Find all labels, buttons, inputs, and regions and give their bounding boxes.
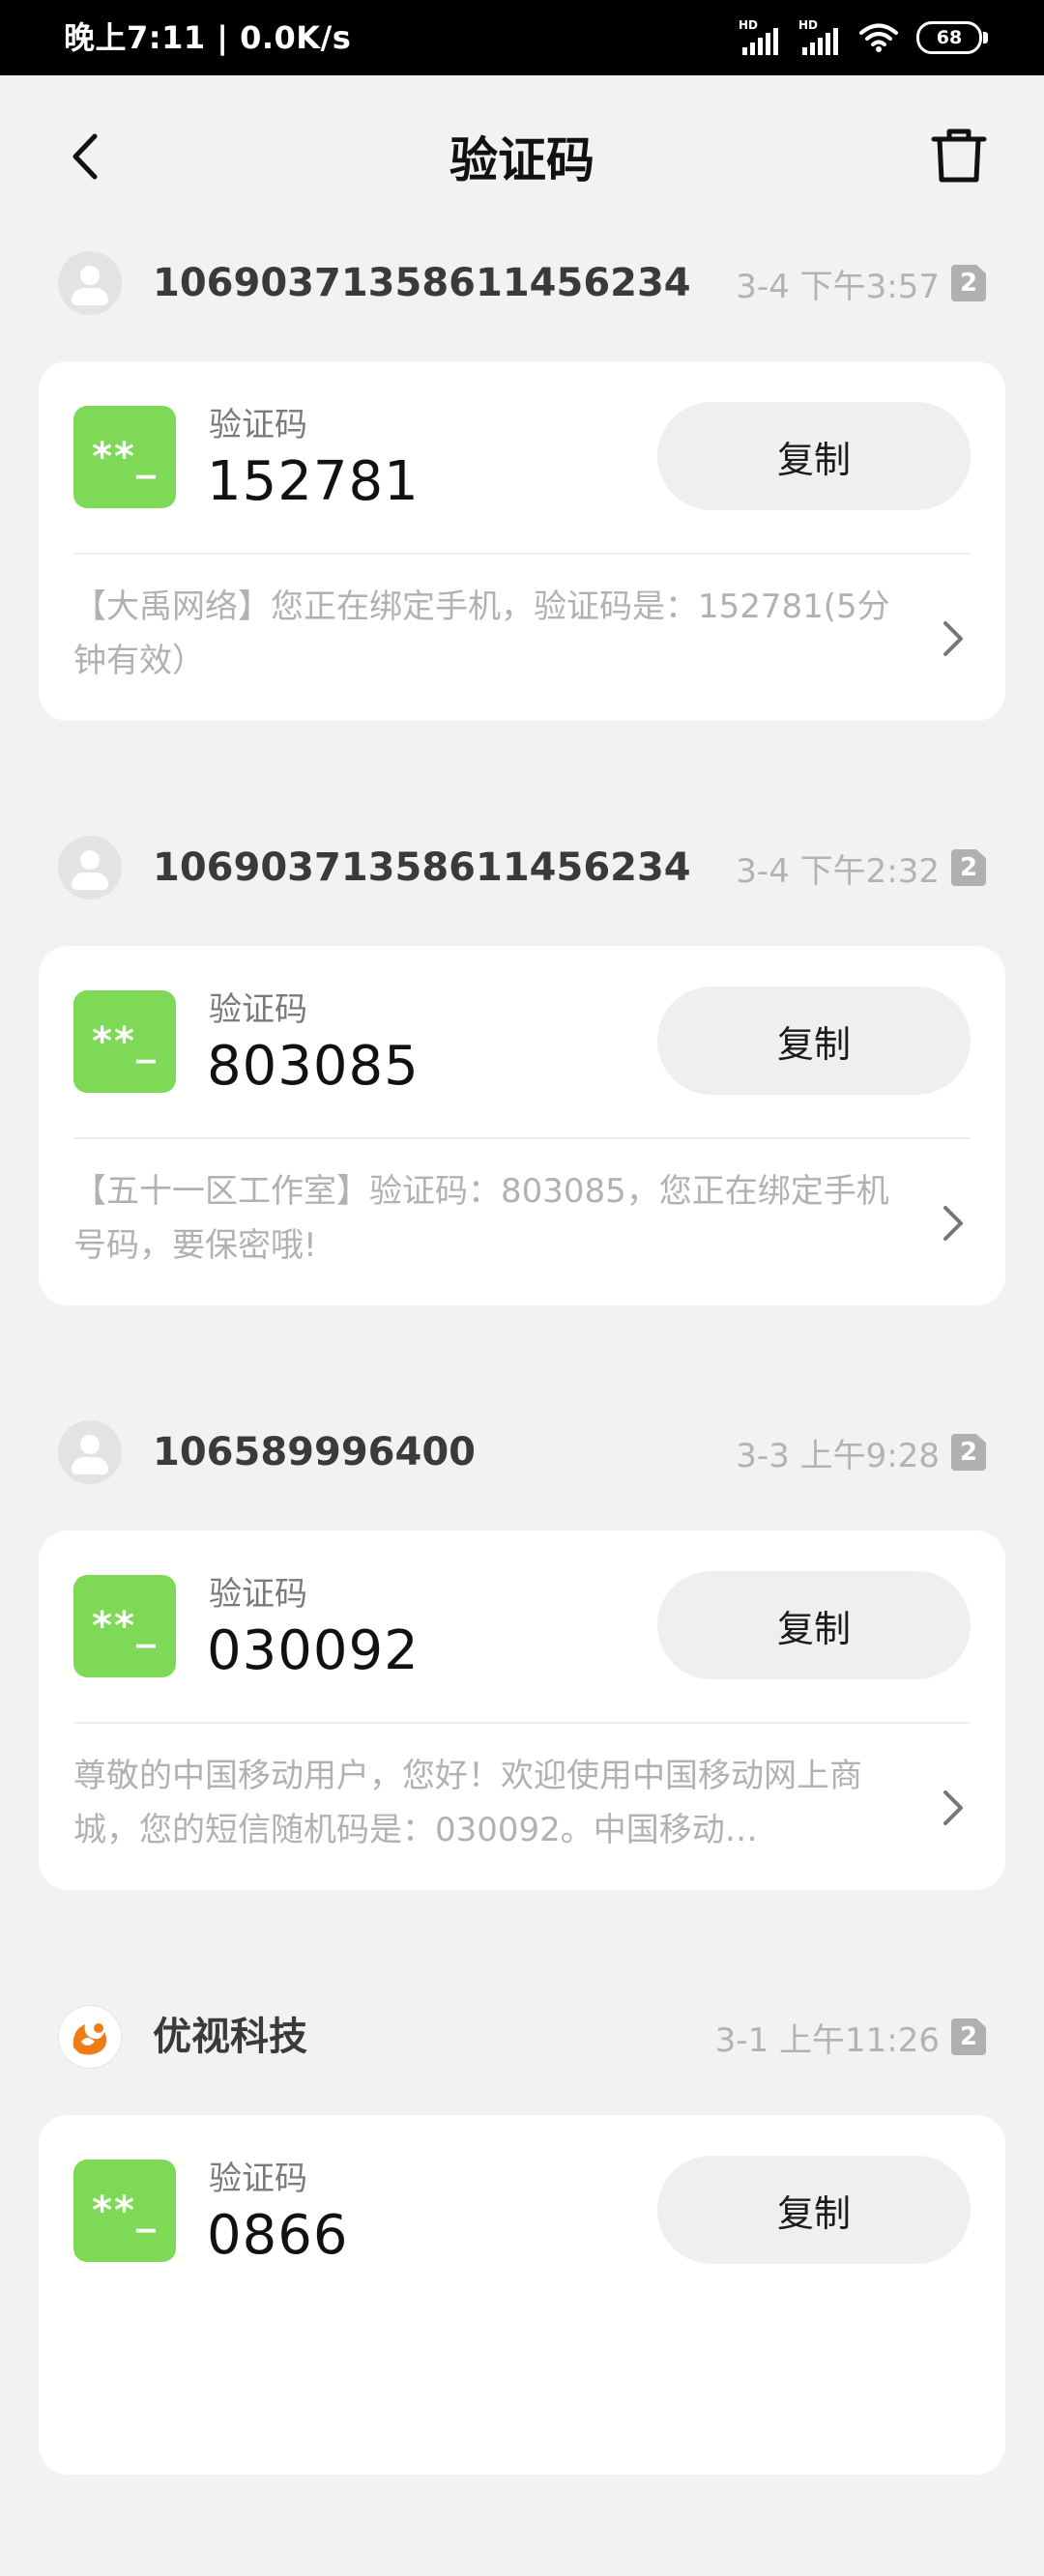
sender-number: 10690371358611456234 xyxy=(153,261,691,305)
signal-2-icon: HD xyxy=(798,18,841,57)
status-icons: HD HD 68 xyxy=(739,0,988,75)
page-title: 验证码 xyxy=(450,132,594,188)
copy-button[interactable]: 复制 xyxy=(657,402,971,510)
copy-button[interactable]: 复制 xyxy=(657,1571,971,1679)
signal-1-icon: HD xyxy=(739,18,781,57)
list-item: 优视科技 3-1 上午11:26 2 **_ 验证码 0866 复制 xyxy=(0,1991,1044,2576)
sim-2-icon: 2 xyxy=(951,1434,986,1471)
uc-squirrel-avatar xyxy=(58,2005,122,2069)
message-preview[interactable]: 尊敬的中国移动用户，您好！欢迎使用中国移动网上商城，您的短信随机码是：03009… xyxy=(73,1749,905,1857)
battery-icon: 68 xyxy=(916,21,988,54)
code-value: 030092 xyxy=(207,1619,420,1682)
code-card[interactable]: **_ 验证码 152781 复制 【大禹网络】您正在绑定手机，验证码是：152… xyxy=(39,361,1005,721)
sender-name: 优视科技 xyxy=(153,2015,307,2059)
code-icon: **_ xyxy=(73,1575,176,1677)
message-date: 3-4 下午2:32 xyxy=(736,851,940,891)
code-icon: **_ xyxy=(73,990,176,1093)
code-label: 验证码 xyxy=(209,1575,307,1614)
list-item: 10690371358611456234 3-4 下午2:32 2 **_ 验证… xyxy=(0,822,1044,1407)
message-preview[interactable]: 【五十一区工作室】验证码：803085，您正在绑定手机号码，要保密哦! xyxy=(73,1164,905,1273)
sim-2-icon: 2 xyxy=(951,2018,986,2055)
list-item: 10690371358611456234 3-4 下午3:57 2 **_ 验证… xyxy=(0,238,1044,822)
code-label: 验证码 xyxy=(209,990,307,1029)
sender-row: 10690371358611456234 3-4 下午2:32 2 xyxy=(0,832,1044,903)
code-card[interactable]: **_ 验证码 030092 复制 尊敬的中国移动用户，您好！欢迎使用中国移动网… xyxy=(39,1531,1005,1890)
delete-button[interactable] xyxy=(924,120,994,189)
sender-number: 10690371358611456234 xyxy=(153,845,691,890)
code-card[interactable]: **_ 验证码 0866 复制 xyxy=(39,2115,1005,2475)
list-item: 106589996400 3-3 上午9:28 2 **_ 验证码 030092… xyxy=(0,1407,1044,1991)
sender-number: 106589996400 xyxy=(153,1430,476,1474)
sender-row: 优视科技 3-1 上午11:26 2 xyxy=(0,2001,1044,2073)
message-preview[interactable]: 【大禹网络】您正在绑定手机，验证码是：152781(5分钟有效） xyxy=(73,580,905,688)
avatar xyxy=(58,836,122,900)
header: 验证码 xyxy=(0,75,1044,238)
code-icon: **_ xyxy=(73,406,176,508)
code-value: 803085 xyxy=(207,1035,420,1098)
code-icon: **_ xyxy=(73,2160,176,2262)
sim-2-icon: 2 xyxy=(951,265,986,301)
chevron-right-icon[interactable] xyxy=(936,1784,971,1832)
battery-level: 68 xyxy=(936,27,963,48)
copy-button[interactable]: 复制 xyxy=(657,2156,971,2264)
code-value: 152781 xyxy=(207,450,420,513)
divider xyxy=(73,1722,971,1724)
status-bar: 晚上7:11 | 0.0K/s HD HD 68 xyxy=(0,0,1044,75)
message-date: 3-3 上午9:28 xyxy=(736,1436,940,1475)
chevron-right-icon[interactable] xyxy=(936,615,971,663)
trash-icon xyxy=(931,129,987,183)
sender-row: 106589996400 3-3 上午9:28 2 xyxy=(0,1417,1044,1488)
divider xyxy=(73,1137,971,1139)
divider xyxy=(73,553,971,555)
chevron-right-icon[interactable] xyxy=(936,1199,971,1247)
sim-2-icon: 2 xyxy=(951,849,986,886)
avatar xyxy=(58,1420,122,1484)
code-label: 验证码 xyxy=(209,406,307,444)
message-date: 3-1 上午11:26 xyxy=(714,2020,940,2060)
code-value: 0866 xyxy=(207,2204,349,2267)
message-list: 10690371358611456234 3-4 下午3:57 2 **_ 验证… xyxy=(0,238,1044,2576)
copy-button[interactable]: 复制 xyxy=(657,987,971,1095)
squirrel-logo-icon xyxy=(61,2008,119,2066)
message-date: 3-4 下午3:57 xyxy=(736,267,940,306)
wifi-icon xyxy=(859,23,898,52)
code-card[interactable]: **_ 验证码 803085 复制 【五十一区工作室】验证码：803085，您正… xyxy=(39,946,1005,1305)
code-label: 验证码 xyxy=(209,2160,307,2198)
sender-row: 10690371358611456234 3-4 下午3:57 2 xyxy=(0,247,1044,319)
avatar xyxy=(58,251,122,315)
status-time-speed: 晚上7:11 | 0.0K/s xyxy=(64,19,352,56)
